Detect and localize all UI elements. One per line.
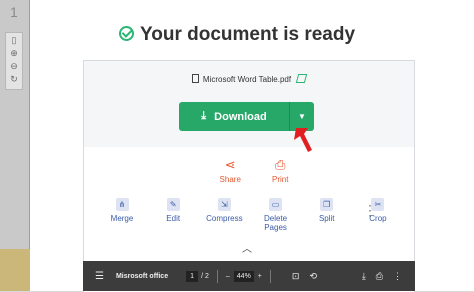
page-title-text: Your document is ready bbox=[139, 24, 356, 45]
zoom-out-icon[interactable]: ⊖ bbox=[7, 60, 21, 72]
zoom-control: –44% + bbox=[226, 270, 262, 282]
print-icon: ⎙ bbox=[275, 157, 286, 172]
pdf-file-icon bbox=[191, 74, 199, 83]
history-icon[interactable]: ⟲ bbox=[309, 271, 317, 282]
merge-icon: ⋔ bbox=[115, 198, 129, 211]
viewer-right-tools: ⤓ ⎙ ⋮ bbox=[357, 271, 407, 282]
total-pages: / 2 bbox=[201, 272, 209, 280]
download-label: Download bbox=[214, 110, 267, 123]
collapse-chevron-icon[interactable]: ︿ bbox=[242, 240, 252, 255]
share-label: Share bbox=[219, 175, 241, 184]
compress-label: Compress bbox=[206, 214, 243, 223]
edit-label: Edit bbox=[166, 214, 181, 223]
viewer-title: Misrosoft office bbox=[115, 272, 169, 280]
compress-icon: ⇲ bbox=[217, 198, 231, 211]
zoom-out-button[interactable]: – bbox=[226, 273, 230, 280]
left-panel-highlight bbox=[0, 249, 30, 291]
merge-tool[interactable]: ⋔ Merge bbox=[100, 198, 144, 232]
action-row: ⋖ Share ⎙ Print bbox=[204, 157, 304, 185]
tools-row: ⋔ Merge ✎ Edit ⇲ Compress ▭ Delete Pages… bbox=[100, 198, 400, 232]
menu-icon[interactable]: ☰ bbox=[95, 271, 104, 282]
download-main[interactable]: ⤓ Download bbox=[179, 102, 290, 131]
red-pointer-arrow-icon bbox=[294, 128, 312, 152]
divider bbox=[216, 269, 218, 283]
download-options-chevron-icon[interactable]: ▼ bbox=[290, 112, 314, 121]
divider bbox=[269, 269, 271, 283]
fit-page-icon[interactable]: ⊡ bbox=[292, 271, 300, 282]
delete-pages-tool[interactable]: ▭ Delete Pages bbox=[254, 198, 298, 232]
download-icon[interactable]: ⤓ bbox=[362, 271, 366, 282]
file-name-row: Microsoft Word Table.pdf bbox=[84, 74, 414, 84]
edit-icon: ✎ bbox=[166, 198, 180, 211]
refresh-icon[interactable]: ↻ bbox=[7, 73, 21, 85]
download-icon: ⤓ bbox=[201, 110, 207, 122]
share-icon: ⋖ bbox=[224, 157, 236, 172]
edit-tool[interactable]: ✎ Edit bbox=[151, 198, 195, 232]
crop-icon: ✂ bbox=[371, 198, 385, 211]
merge-label: Merge bbox=[110, 214, 134, 223]
split-tool[interactable]: ❐ Split bbox=[305, 198, 349, 232]
share-button[interactable]: ⋖ Share bbox=[219, 157, 241, 185]
page-number: 1 bbox=[10, 4, 18, 20]
page-indicator: 1/ 2 bbox=[186, 270, 209, 282]
current-page-input[interactable]: 1 bbox=[186, 270, 199, 282]
more-options-icon[interactable]: · · · bbox=[368, 199, 372, 221]
more-icon[interactable]: ⋮ bbox=[393, 271, 402, 282]
zoom-level[interactable]: 44% bbox=[233, 270, 254, 282]
zoom-in-button[interactable]: + bbox=[258, 273, 262, 280]
compress-tool[interactable]: ⇲ Compress bbox=[202, 198, 246, 232]
print-label: Print bbox=[272, 175, 289, 184]
delete-pages-icon: ▭ bbox=[269, 198, 283, 211]
delete-pages-label: Delete Pages bbox=[264, 214, 288, 232]
check-circle-icon bbox=[118, 26, 134, 41]
file-name: Microsoft Word Table.pdf bbox=[202, 75, 292, 84]
rename-icon[interactable] bbox=[295, 74, 308, 83]
print-icon[interactable]: ⎙ bbox=[376, 271, 383, 282]
print-button[interactable]: ⎙ Print bbox=[272, 157, 289, 185]
view-tools: ⊡ ⟲ bbox=[287, 271, 322, 282]
pdf-viewer-toolbar: ☰ Misrosoft office 1/ 2 –44% + ⊡ ⟲ ⤓ ⎙ ⋮ bbox=[83, 261, 415, 291]
page-title: Your document is ready bbox=[0, 24, 474, 46]
split-icon: ❐ bbox=[320, 198, 334, 211]
crop-tool[interactable]: ✂ Crop bbox=[356, 198, 400, 232]
zoom-in-icon[interactable]: ⊕ bbox=[7, 47, 21, 59]
document-card: Microsoft Word Table.pdf ⤓ Download ▼ ⋖ … bbox=[83, 60, 415, 292]
split-label: Split bbox=[318, 214, 335, 223]
